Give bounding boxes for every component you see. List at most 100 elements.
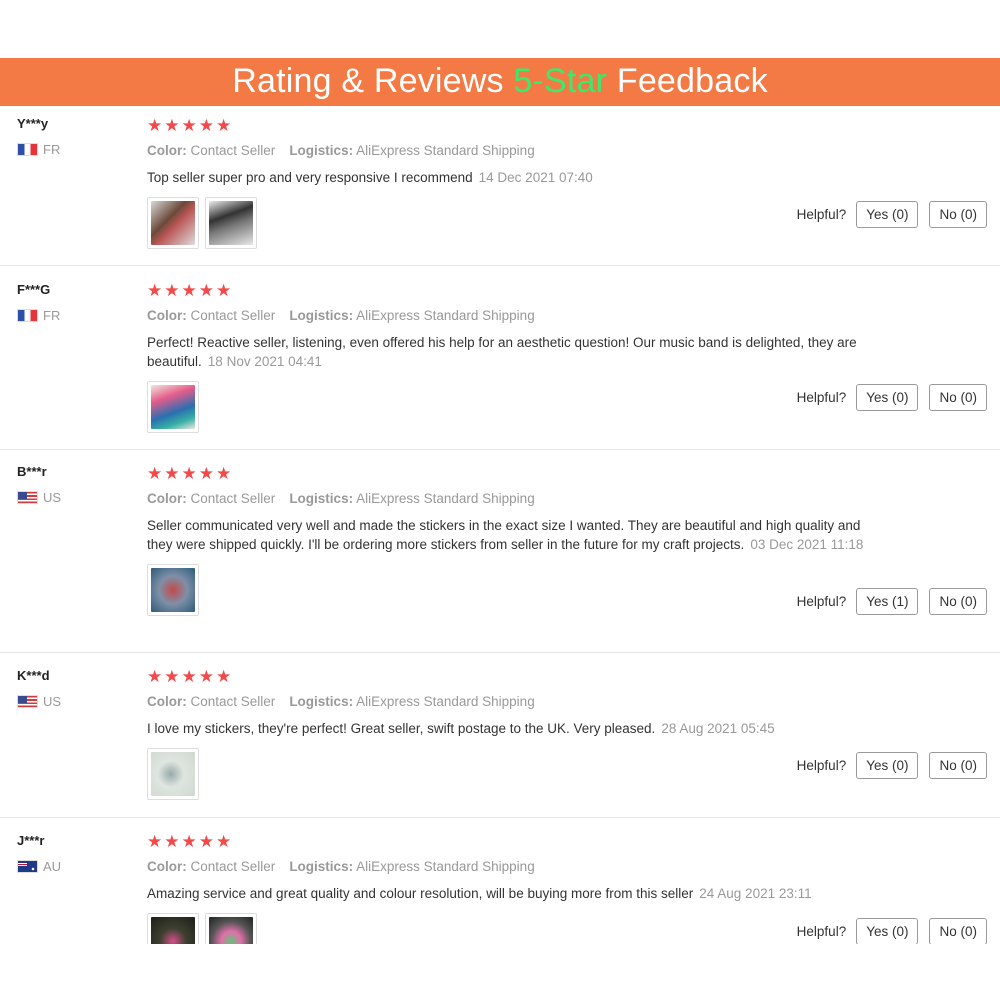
review-item: F***G FR ★★★★★ Color: Contact Seller Logi… (0, 266, 1000, 450)
review-text: I love my stickers, they're perfect! Gre… (147, 719, 887, 738)
france-flag-icon (17, 309, 38, 322)
helpful-no-button[interactable]: No (0) (929, 752, 987, 779)
country-code: AU (43, 859, 62, 874)
france-flag-icon (17, 143, 38, 156)
banner-title-accent: 5-Star (513, 62, 608, 100)
color-value: Contact Seller (190, 143, 276, 158)
review-content: ★★★★★ Color: Contact Seller Logistics: Al… (147, 281, 887, 433)
review-item: K***d US ★★★★★ Color: Contact Seller Logi… (0, 653, 1000, 818)
helpful-label: Helpful? (796, 758, 847, 773)
helpful-label: Helpful? (796, 594, 847, 609)
color-label: Color: (147, 859, 187, 874)
review-meta: Color: Contact Seller Logistics: AliExpre… (147, 307, 887, 325)
color-label: Color: (147, 308, 187, 323)
review-photos (147, 748, 887, 800)
review-date: 28 Aug 2021 05:45 (661, 721, 775, 736)
logistics-label: Logistics: (289, 143, 354, 158)
review-body: Amazing service and great quality and co… (147, 886, 694, 901)
helpful-label: Helpful? (796, 207, 847, 222)
review-content: ★★★★★ Color: Contact Seller Logistics: Al… (147, 667, 887, 800)
helpful-no-button[interactable]: No (0) (929, 918, 987, 944)
helpful-yes-button[interactable]: Yes (0) (856, 752, 919, 779)
color-label: Color: (147, 143, 187, 158)
review-photo-thumbnail[interactable] (147, 564, 199, 616)
rating-reviews-banner: Rating & Reviews 5-Star Feedback (0, 58, 1000, 106)
country-code: US (43, 490, 62, 505)
logistics-label: Logistics: (289, 694, 354, 709)
logistics-label: Logistics: (289, 491, 354, 506)
australia-flag-icon (17, 860, 38, 873)
review-body: I love my stickers, they're perfect! Gre… (147, 721, 656, 736)
helpful-yes-button[interactable]: Yes (1) (856, 588, 919, 615)
review-photos (147, 381, 887, 433)
star-rating: ★★★★★ (147, 464, 234, 483)
color-value: Contact Seller (190, 308, 276, 323)
reviewer-name: B***r (17, 464, 47, 479)
review-photo-thumbnail[interactable] (147, 748, 199, 800)
logistics-value: AliExpress Standard Shipping (356, 143, 535, 158)
helpful-vote: Helpful? Yes (0) No (0) (797, 201, 987, 228)
review-photo-thumbnail[interactable] (147, 197, 199, 249)
color-value: Contact Seller (190, 694, 276, 709)
review-content: ★★★★★ Color: Contact Seller Logistics: Al… (147, 464, 887, 616)
logistics-label: Logistics: (289, 859, 354, 874)
color-value: Contact Seller (190, 859, 276, 874)
review-date: 24 Aug 2021 23:11 (699, 886, 812, 901)
review-meta: Color: Contact Seller Logistics: AliExpre… (147, 693, 887, 711)
helpful-vote: Helpful? Yes (1) No (0) (797, 588, 987, 615)
helpful-label: Helpful? (796, 924, 847, 939)
logistics-label: Logistics: (289, 308, 354, 323)
page: Rating & Reviews 5-Star Feedback Y***y F… (0, 0, 1000, 1000)
reviewer-name: K***d (17, 668, 50, 683)
review-date: 18 Nov 2021 04:41 (207, 354, 322, 369)
review-item: J***r AU ★★★★★ Color: Contact Seller Logi… (0, 818, 1000, 944)
logistics-value: AliExpress Standard Shipping (356, 859, 535, 874)
review-date: 14 Dec 2021 07:40 (478, 170, 593, 185)
helpful-vote: Helpful? Yes (0) No (0) (797, 384, 987, 411)
logistics-value: AliExpress Standard Shipping (356, 694, 535, 709)
reviewer-name: J***r (17, 833, 45, 848)
review-photo-thumbnail[interactable] (205, 197, 257, 249)
logistics-value: AliExpress Standard Shipping (356, 491, 535, 506)
review-text: Amazing service and great quality and co… (147, 884, 887, 903)
banner-title-part1: Rating & Reviews (232, 62, 514, 100)
review-photo-thumbnail[interactable] (205, 913, 257, 944)
review-text: Perfect! Reactive seller, listening, eve… (147, 333, 887, 371)
review-meta: Color: Contact Seller Logistics: AliExpre… (147, 858, 887, 876)
color-value: Contact Seller (190, 491, 276, 506)
review-item: Y***y FR ★★★★★ Color: Contact Seller Logi… (0, 106, 1000, 266)
banner-title-part2: Feedback (607, 62, 768, 100)
country-code: FR (43, 142, 61, 157)
star-rating: ★★★★★ (147, 281, 234, 300)
helpful-yes-button[interactable]: Yes (0) (856, 918, 919, 944)
reviewer-country: AU (17, 859, 61, 874)
review-item: B***r US ★★★★★ Color: Contact Seller Logi… (0, 450, 1000, 653)
helpful-label: Helpful? (796, 390, 847, 405)
helpful-no-button[interactable]: No (0) (929, 588, 987, 615)
helpful-no-button[interactable]: No (0) (929, 201, 987, 228)
review-photo-thumbnail[interactable] (147, 913, 199, 944)
review-photos (147, 913, 887, 944)
helpful-yes-button[interactable]: Yes (0) (856, 384, 919, 411)
review-meta: Color: Contact Seller Logistics: AliExpre… (147, 142, 887, 160)
color-label: Color: (147, 694, 187, 709)
review-meta: Color: Contact Seller Logistics: AliExpre… (147, 490, 887, 508)
helpful-no-button[interactable]: No (0) (929, 384, 987, 411)
review-date: 03 Dec 2021 11:18 (750, 537, 864, 552)
reviewer-country: US (17, 490, 61, 505)
review-body: Top seller super pro and very responsive… (147, 170, 473, 185)
review-photo-thumbnail[interactable] (147, 381, 199, 433)
reviewer-country: FR (17, 142, 60, 157)
reviewer-name: Y***y (17, 116, 49, 131)
helpful-vote: Helpful? Yes (0) No (0) (797, 752, 987, 779)
review-photos (147, 197, 887, 249)
star-rating: ★★★★★ (147, 116, 234, 135)
review-content: ★★★★★ Color: Contact Seller Logistics: Al… (147, 116, 887, 249)
review-text: Seller communicated very well and made t… (147, 516, 867, 554)
helpful-vote: Helpful? Yes (0) No (0) (797, 918, 987, 944)
reviewer-country: US (17, 694, 61, 709)
review-content: ★★★★★ Color: Contact Seller Logistics: Al… (147, 832, 887, 944)
helpful-yes-button[interactable]: Yes (0) (856, 201, 919, 228)
usa-flag-icon (17, 491, 38, 504)
country-code: FR (43, 308, 61, 323)
